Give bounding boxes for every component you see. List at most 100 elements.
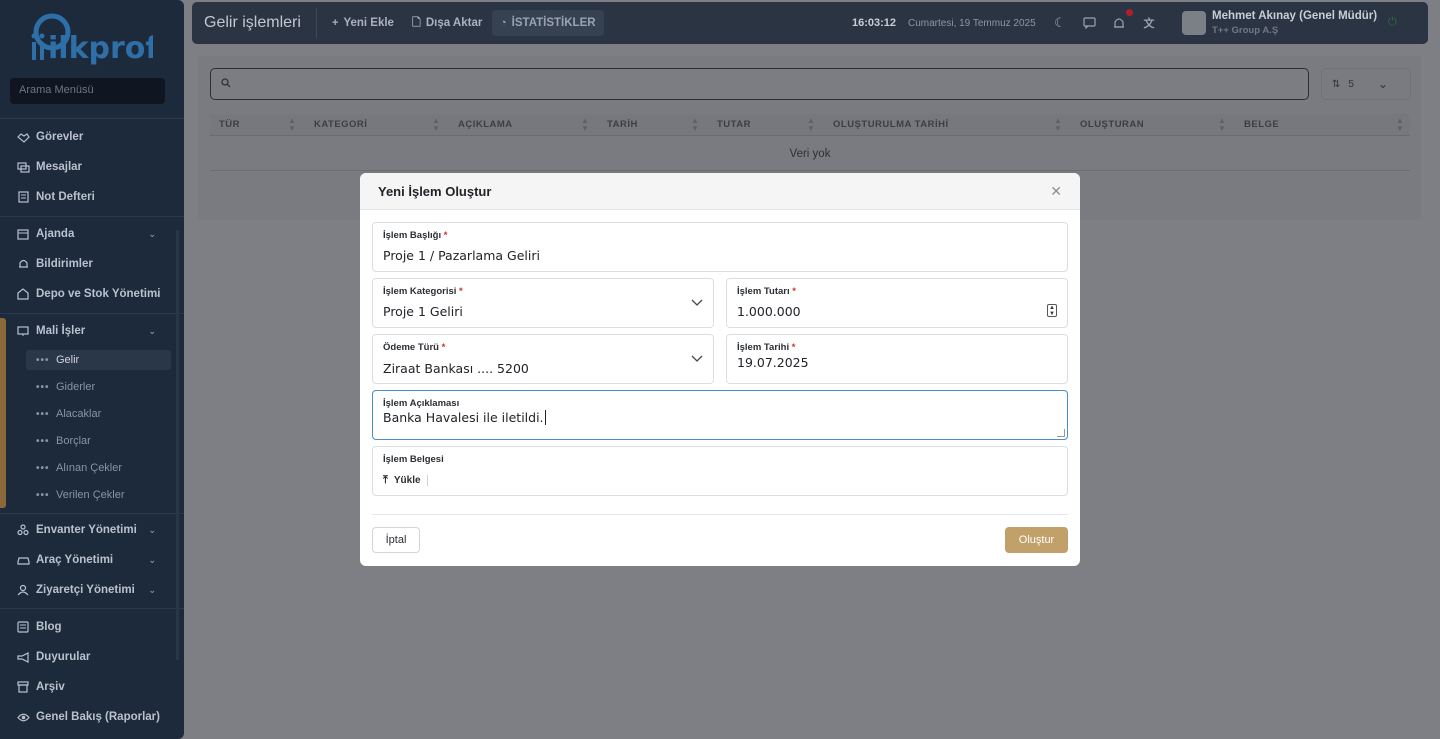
page-size-select[interactable]: ⇅ 5 ⌄: [1321, 68, 1411, 100]
sidebar-item-arsiv[interactable]: Arşiv: [16, 677, 166, 697]
megaphone-icon: [16, 651, 30, 663]
sort-icon[interactable]: ▲ ▼: [581, 117, 589, 133]
pie-chart-icon: ◔: [500, 17, 507, 29]
sidebar-item-blog[interactable]: Blog: [16, 617, 166, 637]
sidebar-item-ziyaretci[interactable]: Ziyaretçi Yönetimi ⌄: [16, 580, 166, 600]
category-value: Proje 1 Geliri: [383, 304, 463, 319]
sort-icon[interactable]: ▲ ▼: [1054, 117, 1062, 133]
sidebar-item-duyurular[interactable]: Duyurular: [16, 647, 166, 667]
title-input[interactable]: Proje 1 / Pazarlama Geliri: [383, 248, 540, 263]
sidebar-item-label: Genel Bakış (Raporlar): [36, 711, 160, 723]
modal-header: Yeni İşlem Oluştur ✕: [360, 173, 1080, 210]
search-icon: [221, 78, 231, 91]
column-header[interactable]: TÜR: [219, 119, 240, 130]
sidebar-subitem-alacaklar[interactable]: ••• Alacaklar: [36, 404, 166, 424]
sidebar-item-label: Ziyaretçi Yönetimi: [36, 584, 135, 596]
sort-icon[interactable]: ▲ ▼: [288, 117, 296, 133]
description-textarea[interactable]: Banka Havalesi ile iletildi.: [383, 410, 546, 425]
column-header[interactable]: BELGE: [1244, 119, 1279, 130]
document-field: İşlem Belgesi ⤒ Yükle: [372, 446, 1068, 496]
new-button[interactable]: + Yeni Ekle: [324, 10, 402, 36]
export-button[interactable]: 🗋 Dışa Aktar: [404, 10, 490, 36]
stats-button[interactable]: ◔ İSTATİSTİKLER: [492, 10, 604, 36]
bell-icon[interactable]: [1111, 15, 1127, 31]
chevron-down-icon: [691, 295, 703, 310]
date-input[interactable]: 19.07.2025: [737, 355, 809, 370]
sidebar-subitem-verilen-cekler[interactable]: ••• Verilen Çekler: [36, 485, 166, 505]
new-transaction-modal: Yeni İşlem Oluştur ✕ İşlem Başlığı * Pro…: [360, 173, 1080, 566]
avatar[interactable]: [1182, 11, 1206, 35]
column-header[interactable]: AÇIKLAMA: [458, 119, 513, 130]
sidebar-scrollbar[interactable]: [176, 230, 179, 660]
sidebar-item-depo-stok[interactable]: Depo ve Stok Yönetimi ⌄: [16, 284, 166, 304]
handshake-icon: [16, 131, 30, 143]
column-header[interactable]: TARİH: [607, 119, 638, 130]
sort-icon[interactable]: ▲ ▼: [1218, 117, 1226, 133]
column-header[interactable]: OLUŞTURULMA TARİHİ: [833, 119, 949, 130]
sidebar-item-not-defteri[interactable]: Not Defteri: [16, 187, 166, 207]
sort-lines-icon: ⇅: [1332, 78, 1341, 90]
dots-icon: •••: [36, 408, 50, 420]
column-header[interactable]: TUTAR: [717, 119, 751, 130]
create-button[interactable]: Oluştur: [1005, 527, 1068, 553]
column-header[interactable]: OLUŞTURAN: [1080, 119, 1144, 130]
user-name[interactable]: Mehmet Akınay (Genel Müdür): [1212, 10, 1377, 22]
top-bar: Gelir işlemleri + Yeni Ekle 🗋 Dışa Aktar ◔…: [192, 2, 1428, 44]
sidebar-subitem-label: Verilen Çekler: [56, 489, 125, 501]
table-search-input[interactable]: [210, 68, 1309, 100]
moon-icon[interactable]: ☾: [1052, 15, 1068, 31]
payment-type-select[interactable]: Ödeme Türü * Ziraat Bankası .... 5200: [372, 334, 714, 384]
translate-icon[interactable]: 文: [1141, 15, 1157, 31]
close-icon[interactable]: ✕: [1050, 183, 1062, 200]
field-label: İşlem Kategorisi *: [383, 286, 463, 297]
cancel-button[interactable]: İptal: [372, 527, 420, 553]
stats-button-label: İSTATİSTİKLER: [511, 17, 596, 29]
report-icon: [16, 711, 30, 723]
number-stepper[interactable]: ▲ ▼: [1047, 304, 1057, 317]
title-field[interactable]: İşlem Başlığı * Proje 1 / Pazarlama Geli…: [372, 222, 1068, 272]
chevron-down-icon: ⌄: [148, 554, 156, 565]
field-label: İşlem Başlığı *: [383, 230, 448, 241]
column-header[interactable]: KATEGORİ: [314, 119, 367, 130]
export-button-label: Dışa Aktar: [425, 17, 483, 29]
menu-search-input[interactable]: Arama Menüsü: [10, 78, 165, 104]
finance-icon: [16, 325, 30, 337]
sidebar-item-mesajlar[interactable]: Mesajlar: [16, 157, 166, 177]
warehouse-icon: [16, 288, 30, 300]
date-field[interactable]: İşlem Tarihi * 19.07.2025: [726, 334, 1068, 384]
resize-handle[interactable]: [1057, 429, 1065, 437]
sidebar-subitem-giderler[interactable]: ••• Giderler: [36, 377, 166, 397]
sort-icon[interactable]: ▲ ▼: [691, 117, 699, 133]
sidebar-item-raporlar[interactable]: Genel Bakış (Raporlar): [16, 707, 166, 727]
sidebar-subitem-borclar[interactable]: ••• Borçlar: [36, 431, 166, 451]
upload-label: Yükle: [393, 475, 421, 486]
sidebar: ilkprof Arama Menüsü Görevler Mesajlar N…: [0, 0, 184, 739]
sidebar-item-ajanda[interactable]: Ajanda ⌄: [16, 224, 166, 244]
blog-icon: [16, 621, 30, 633]
sidebar-subitem-alinan-cekler[interactable]: ••• Alınan Çekler: [36, 458, 166, 478]
chat-icon[interactable]: [1081, 15, 1097, 31]
company-name: T++ Group A.Ş: [1212, 25, 1279, 36]
amount-input[interactable]: 1.000.000: [737, 304, 801, 319]
description-field[interactable]: İşlem Açıklaması Banka Havalesi ile ilet…: [372, 390, 1068, 440]
sidebar-item-bildirimler[interactable]: Bildirimler: [16, 254, 166, 274]
chevron-down-icon: ⌄: [148, 524, 156, 535]
brand-logo[interactable]: ilkprof: [28, 10, 159, 68]
sidebar-item-mali-isler[interactable]: Mali İşler ⌄: [16, 321, 166, 341]
sidebar-item-gorevler[interactable]: Görevler: [16, 127, 166, 147]
sort-icon[interactable]: ▲ ▼: [807, 117, 815, 133]
amount-field[interactable]: İşlem Tutarı * 1.000.000 ▲ ▼: [726, 278, 1068, 328]
sort-icon[interactable]: ▲ ▼: [1396, 117, 1404, 133]
sidebar-subitem-gelir[interactable]: ••• Gelir: [26, 350, 171, 370]
sort-icon[interactable]: ▲ ▼: [432, 117, 440, 133]
sidebar-item-envanter[interactable]: Envanter Yönetimi ⌄: [16, 520, 166, 540]
sidebar-item-label: Mesajlar: [36, 161, 83, 173]
inventory-icon: [16, 524, 30, 536]
notebook-icon: [16, 191, 30, 203]
category-select[interactable]: İşlem Kategorisi * Proje 1 Geliri: [372, 278, 714, 328]
upload-button[interactable]: ⤒ Yükle: [383, 474, 428, 487]
sidebar-item-arac[interactable]: Araç Yönetimi ⌄: [16, 550, 166, 570]
power-icon[interactable]: ⏻: [1388, 16, 1397, 29]
sidebar-item-label: Not Defteri: [36, 191, 95, 203]
dots-icon: •••: [36, 435, 50, 447]
